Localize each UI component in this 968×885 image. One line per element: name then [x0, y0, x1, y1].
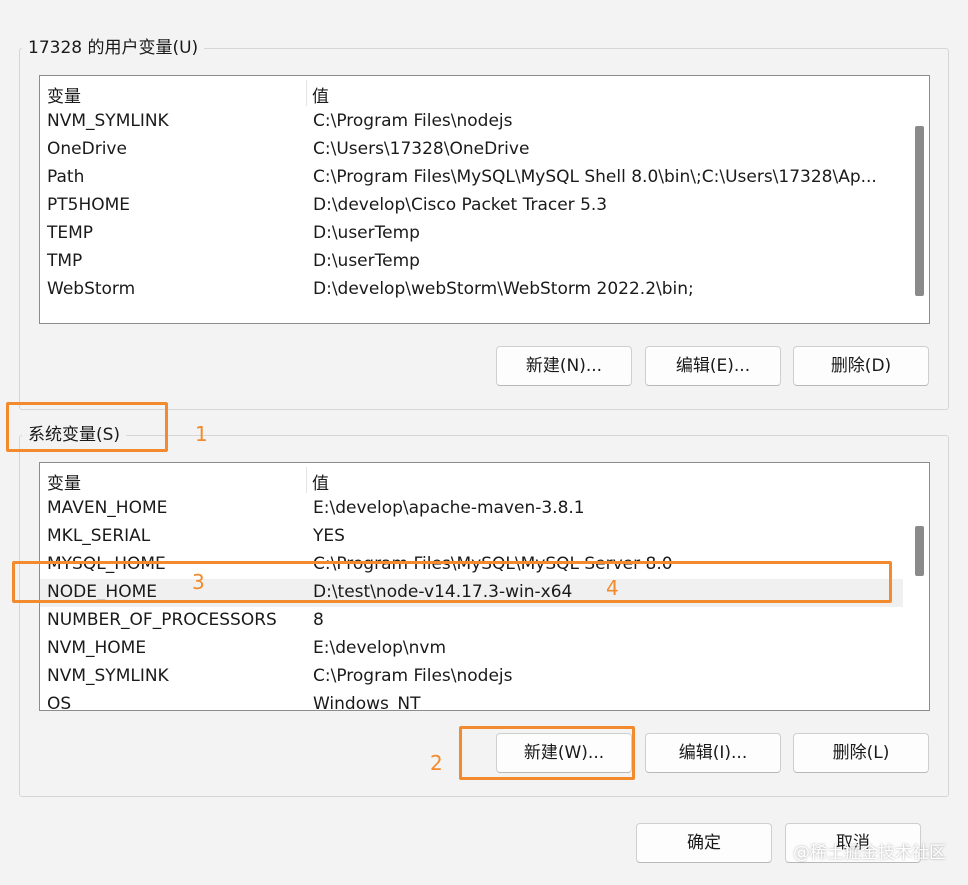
variable-name: PT5HOME [47, 195, 131, 215]
variable-name: NVM_HOME [47, 638, 147, 658]
variable-value: E:\develop\apache-maven-3.8.1 [313, 498, 585, 518]
variable-value: D:\userTemp [313, 251, 420, 271]
variable-value: D:\userTemp [313, 223, 420, 243]
system-edit-button[interactable]: 编辑(I)... [645, 733, 781, 773]
column-header-value[interactable]: 值 [312, 82, 329, 107]
variable-value: D:\develop\webStorm\WebStorm 2022.2\bin; [313, 279, 694, 299]
column-header-variable[interactable]: 变量 [47, 469, 81, 494]
user-new-button[interactable]: 新建(N)... [496, 346, 632, 386]
system-variables-scrollbar[interactable] [913, 493, 925, 708]
system-var-row[interactable]: MAVEN_HOME E:\develop\apache-maven-3.8.1 [40, 495, 903, 523]
scroll-thumb[interactable] [915, 126, 924, 296]
system-var-row[interactable]: NVM_SYMLINK C:\Program Files\nodejs [40, 663, 903, 691]
user-var-row[interactable]: PT5HOME D:\develop\Cisco Packet Tracer 5… [40, 192, 903, 220]
variable-value: D:\develop\Cisco Packet Tracer 5.3 [313, 195, 608, 215]
system-var-row[interactable]: NUMBER_OF_PROCESSORS 8 [40, 607, 903, 635]
variable-value: YES [313, 526, 345, 546]
annotation-box-system-title [6, 402, 168, 452]
system-var-row[interactable]: NVM_HOME E:\develop\nvm [40, 635, 903, 663]
column-header-value[interactable]: 值 [312, 469, 329, 494]
user-variables-header: 变量 值 [40, 76, 929, 108]
user-var-row[interactable]: NVM_SYMLINK C:\Program Files\nodejs [40, 108, 903, 136]
system-var-row[interactable]: MKL_SERIAL YES [40, 523, 903, 551]
annotation-number: 1 [195, 422, 208, 446]
annotation-number: 2 [430, 751, 443, 775]
ok-button[interactable]: 确定 [636, 823, 772, 863]
variable-value: C:\Program Files\nodejs [313, 111, 513, 131]
column-divider[interactable] [306, 80, 307, 106]
user-var-row[interactable]: TEMP D:\userTemp [40, 220, 903, 248]
user-variables-title: 17328 的用户变量(U) [22, 37, 205, 59]
user-var-row[interactable]: TMP D:\userTemp [40, 248, 903, 276]
variable-name: WebStorm [47, 279, 136, 299]
column-header-variable[interactable]: 变量 [47, 82, 81, 107]
system-variables-header: 变量 值 [40, 463, 929, 495]
user-var-row[interactable]: OneDrive C:\Users\17328\OneDrive [40, 136, 903, 164]
watermark: @稀土掘金技术社区 [793, 843, 946, 863]
user-var-row[interactable]: Path C:\Program Files\MySQL\MySQL Shell … [40, 164, 903, 192]
variable-name: MKL_SERIAL [47, 526, 151, 546]
annotation-number: 3 [192, 570, 205, 594]
variable-name: TMP [47, 251, 83, 271]
column-divider[interactable] [306, 467, 307, 493]
scroll-thumb[interactable] [915, 526, 924, 576]
user-variables-list[interactable]: 变量 值 NVM_SYMLINK C:\Program Files\nodejs… [39, 75, 930, 324]
variable-value: C:\Program Files\nodejs [313, 666, 513, 686]
variable-value: E:\develop\nvm [313, 638, 447, 658]
variable-value: Windows_NT [313, 694, 421, 711]
variable-name: OS [47, 694, 72, 711]
variable-name: MAVEN_HOME [47, 498, 168, 518]
variable-name: Path [47, 167, 85, 187]
variable-name: NUMBER_OF_PROCESSORS [47, 610, 277, 630]
variable-name: OneDrive [47, 139, 127, 159]
user-var-row[interactable]: WebStorm D:\develop\webStorm\WebStorm 20… [40, 276, 903, 304]
system-var-row[interactable]: OS Windows_NT [40, 691, 903, 711]
system-delete-button[interactable]: 删除(L) [793, 733, 929, 773]
variable-name: NVM_SYMLINK [47, 111, 169, 131]
variable-value: 8 [313, 610, 324, 630]
user-delete-button[interactable]: 删除(D) [793, 346, 929, 386]
variable-value: C:\Program Files\MySQL\MySQL Shell 8.0\b… [313, 167, 877, 187]
variable-name: NVM_SYMLINK [47, 666, 169, 686]
annotation-box-node-home-row [12, 561, 892, 603]
variable-value: C:\Users\17328\OneDrive [313, 139, 530, 159]
annotation-box-new-button [459, 726, 635, 780]
user-edit-button[interactable]: 编辑(E)... [645, 346, 781, 386]
user-variables-scrollbar[interactable] [913, 106, 925, 321]
variable-name: TEMP [47, 223, 94, 243]
annotation-number: 4 [606, 576, 619, 600]
